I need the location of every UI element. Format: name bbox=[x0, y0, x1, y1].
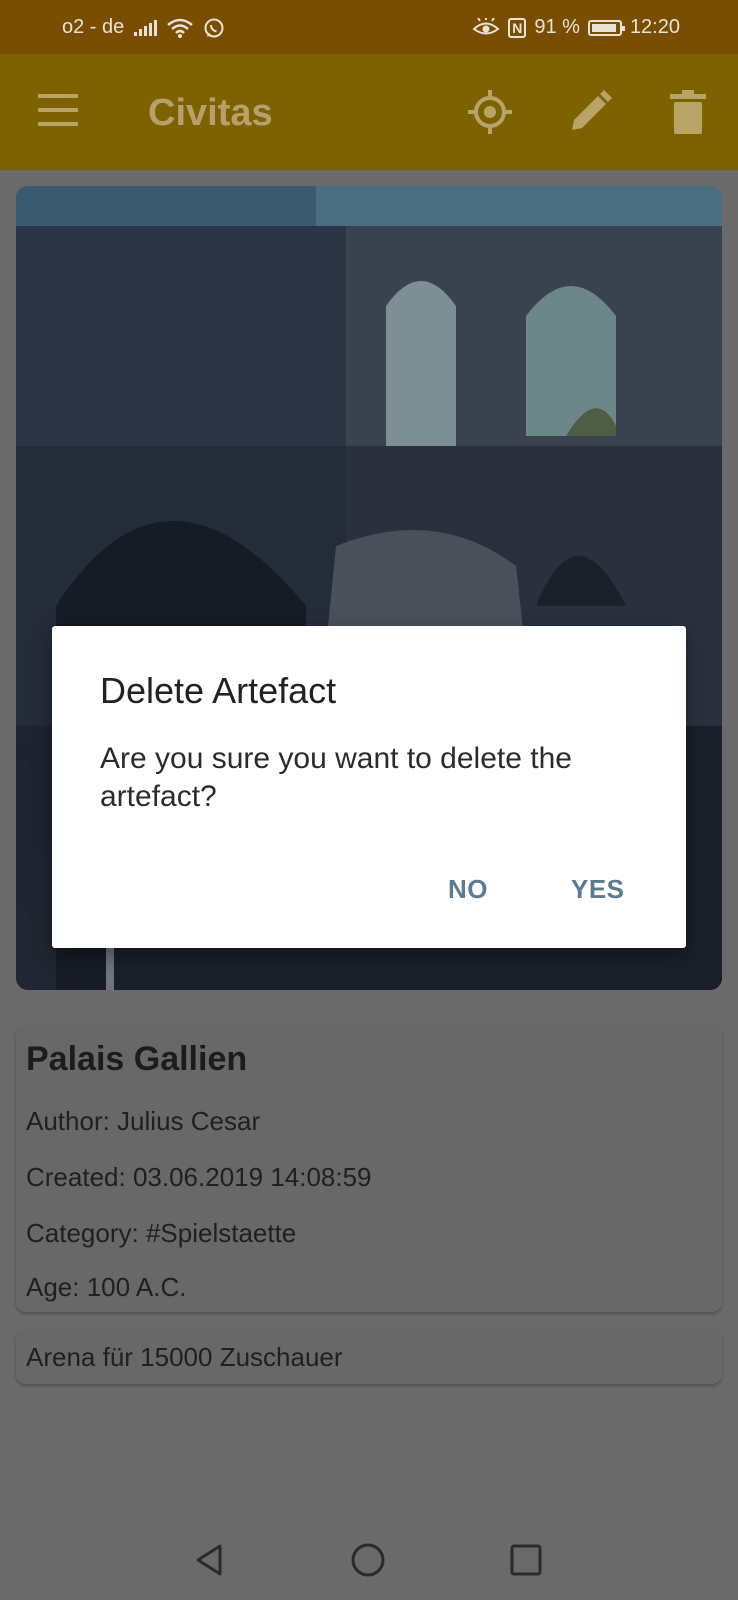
artefact-author: Author: Julius Cesar bbox=[26, 1106, 261, 1136]
nfc-icon: N bbox=[508, 17, 527, 38]
battery-percent: 91 % bbox=[534, 16, 580, 38]
dialog-message: Are you sure you want to delete the arte… bbox=[100, 742, 572, 813]
artefact-description-card: Arena für 15000 Zuschauer bbox=[16, 1330, 722, 1384]
system-nav-bar bbox=[0, 1518, 738, 1600]
delete-confirm-dialog: Delete Artefact Are you sure you want to… bbox=[52, 626, 686, 948]
eye-comfort-icon bbox=[472, 17, 500, 34]
whatsapp-icon bbox=[204, 18, 224, 37]
status-left: o2 - de bbox=[62, 16, 225, 39]
carrier-label: o2 - de bbox=[62, 16, 125, 38]
signal-icon bbox=[134, 19, 158, 36]
wifi-icon bbox=[167, 18, 194, 38]
battery-icon bbox=[587, 19, 625, 36]
app-bar: Civitas bbox=[0, 54, 738, 170]
artefact-category: Category: #Spielstaette bbox=[26, 1218, 297, 1248]
delete-icon[interactable] bbox=[664, 88, 712, 136]
locate-icon[interactable] bbox=[466, 88, 514, 136]
no-button[interactable]: NO bbox=[448, 874, 488, 905]
yes-button[interactable]: YES bbox=[571, 874, 625, 905]
artefact-age: Age: 100 A.C. bbox=[26, 1272, 187, 1302]
menu-icon[interactable] bbox=[38, 94, 78, 128]
artefact-description: Arena für 15000 Zuschauer bbox=[26, 1342, 343, 1372]
app-title: Civitas bbox=[148, 92, 273, 134]
recents-icon[interactable] bbox=[506, 1540, 546, 1580]
home-icon[interactable] bbox=[348, 1540, 388, 1580]
artefact-created: Created: 03.06.2019 14:08:59 bbox=[26, 1162, 372, 1192]
clock: 12:20 bbox=[629, 16, 680, 38]
status-right: N 91 % 12:20 bbox=[472, 16, 680, 39]
back-icon[interactable] bbox=[190, 1540, 230, 1580]
edit-icon[interactable] bbox=[566, 88, 614, 136]
dialog-title: Delete Artefact bbox=[100, 670, 337, 711]
artefact-info-card: Palais Gallien Author: Julius Cesar Crea… bbox=[16, 1026, 722, 1312]
artefact-name: Palais Gallien bbox=[26, 1040, 248, 1078]
status-bar: o2 - de N 91 % 12:20 bbox=[0, 0, 738, 54]
